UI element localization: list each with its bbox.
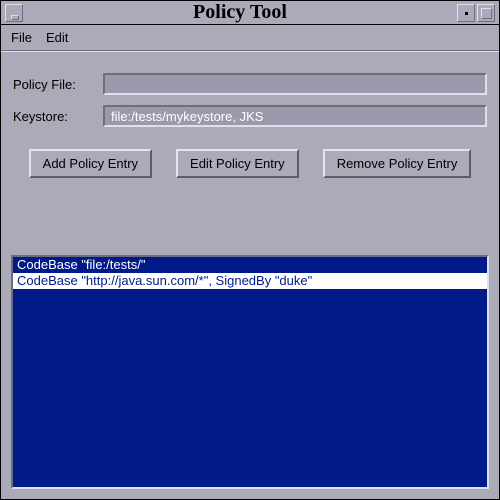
maximize-icon[interactable]	[477, 4, 495, 22]
policy-file-field[interactable]	[103, 73, 487, 95]
window-control-icon[interactable]	[457, 4, 475, 22]
policy-tool-window: Policy Tool File Edit Policy File: Keyst…	[0, 0, 500, 500]
menu-file[interactable]: File	[11, 30, 32, 45]
policy-file-row: Policy File:	[13, 73, 487, 95]
keystore-label: Keystore:	[13, 109, 103, 124]
menu-edit[interactable]: Edit	[46, 30, 68, 45]
policy-entry-item[interactable]: CodeBase "file:/tests/"	[13, 257, 487, 273]
form-area: Policy File: Keystore: file:/tests/mykey…	[1, 51, 499, 178]
minimize-icon[interactable]	[5, 4, 23, 22]
window-title: Policy Tool	[23, 1, 457, 24]
policy-entry-item[interactable]: CodeBase "http://java.sun.com/*", Signed…	[13, 273, 487, 289]
keystore-field[interactable]: file:/tests/mykeystore, JKS	[103, 105, 487, 127]
policy-entries-list[interactable]: CodeBase "file:/tests/"CodeBase "http://…	[11, 255, 489, 489]
button-row: Add Policy Entry Edit Policy Entry Remov…	[13, 149, 487, 178]
menu-bar: File Edit	[1, 25, 499, 51]
keystore-row: Keystore: file:/tests/mykeystore, JKS	[13, 105, 487, 127]
policy-file-label: Policy File:	[13, 77, 103, 92]
title-bar: Policy Tool	[1, 1, 499, 25]
add-policy-entry-button[interactable]: Add Policy Entry	[29, 149, 152, 178]
remove-policy-entry-button[interactable]: Remove Policy Entry	[323, 149, 472, 178]
edit-policy-entry-button[interactable]: Edit Policy Entry	[176, 149, 299, 178]
